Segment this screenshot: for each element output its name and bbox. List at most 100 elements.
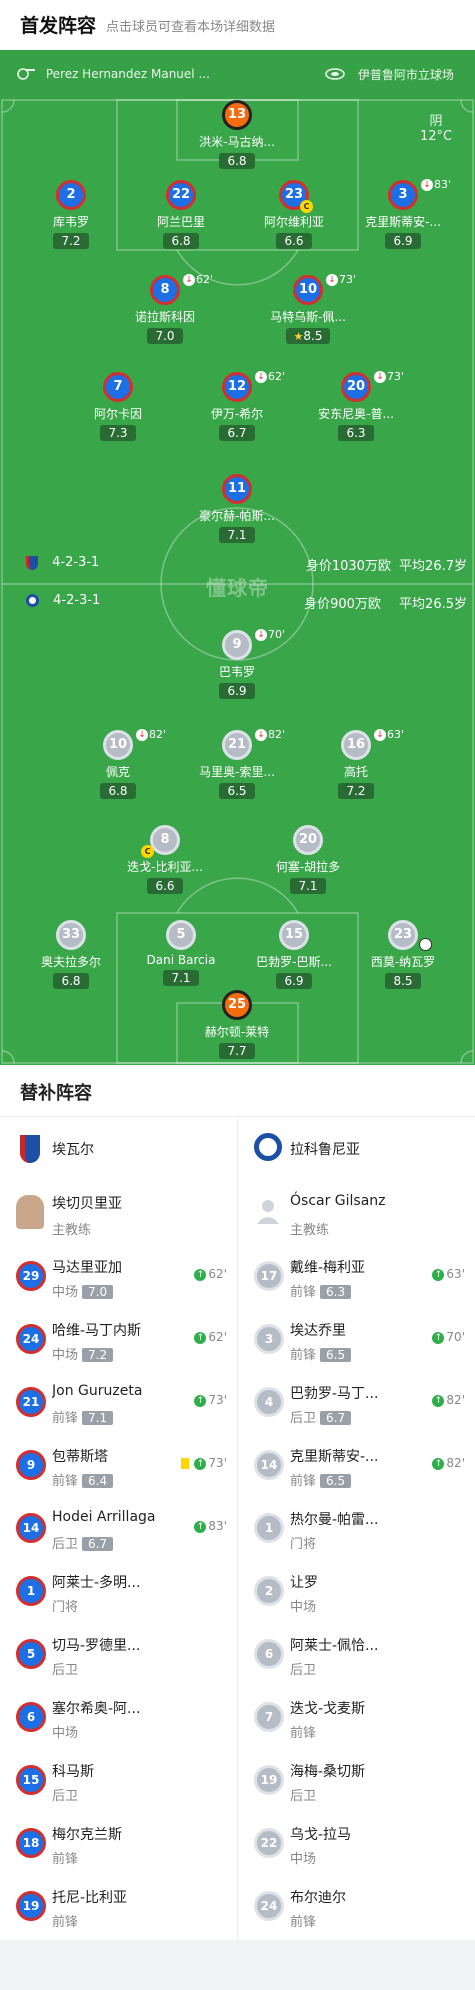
referee-info: Perez Hernandez Manuel ... <box>16 66 210 83</box>
page-subtitle: 点击球员可查看本场详细数据 <box>106 20 276 35</box>
sub-player-row[interactable]: 21 Jon Guruzeta 前锋 7.1 ↑ 73' <box>0 1371 237 1434</box>
player-card[interactable]: 8 C 迭戈-比利亚... 6.6 <box>105 825 225 894</box>
deportivo-crest-icon <box>254 1133 282 1161</box>
sub-in-marker: ↑ 62' <box>194 1330 227 1344</box>
sub-player-row[interactable]: 1 阿莱士-多明... 门将 <box>0 1560 237 1623</box>
sub-in-marker: ↑ 62' <box>194 1267 227 1281</box>
sub-out-icon: ↓ <box>374 371 386 383</box>
stadium-name: 伊普鲁阿市立球场 <box>357 68 454 82</box>
player-card[interactable]: 15 巴勃罗-巴斯... 6.9 <box>234 920 354 989</box>
stadium-info: 伊普鲁阿市立球场 <box>324 66 454 84</box>
sub-out-icon: ↓ <box>255 729 267 741</box>
sub-out-marker: ↓ 62' <box>255 370 285 383</box>
goal-ball-icon <box>419 938 432 951</box>
home-subs-column: 埃瓦尔 埃切贝里亚 主教练 29 马达里亚加 中场 7.0 ↑ 62' 24 哈维-… <box>0 1117 237 1940</box>
sub-player-row[interactable]: 3 埃达乔里 前锋 6.5 ↑ 70' <box>238 1308 475 1371</box>
referee-name: Perez Hernandez Manuel ... <box>45 67 210 81</box>
pitch: Perez Hernandez Manuel ... 伊普鲁阿市立球场 阴 12… <box>0 50 475 1065</box>
away-coach-row[interactable]: Óscar Gilsanz 主教练 <box>238 1181 475 1245</box>
sub-in-marker: ↑ 63' <box>432 1267 465 1281</box>
sub-player-row[interactable]: 1 热尔曼-帕雷... 门将 <box>238 1497 475 1560</box>
sub-in-icon: ↑ <box>194 1268 207 1281</box>
subs-header: 替补阵容 <box>0 1065 475 1117</box>
sub-player-row[interactable]: 7 迭戈-戈麦斯 前锋 <box>238 1686 475 1749</box>
sub-in-icon: ↑ <box>194 1520 207 1533</box>
sub-in-marker: ↑ 73' <box>194 1393 227 1407</box>
player-card[interactable]: 22 阿兰巴里 6.8 <box>121 180 241 249</box>
sub-player-row[interactable]: 4 巴勃罗-马丁... 后卫 6.7 ↑ 82' <box>238 1371 475 1434</box>
sub-player-row[interactable]: 18 梅尔克兰斯 前锋 <box>0 1812 237 1875</box>
deportivo-crest-icon <box>26 594 39 607</box>
player-card[interactable]: 16 ↓ 63' 高托 7.2 <box>296 728 416 799</box>
sub-in-icon: ↑ <box>194 1331 207 1344</box>
player-card[interactable]: 2 库韦罗 7.2 <box>11 180 131 249</box>
player-card[interactable]: 10 ↓ 82' 佩克 6.8 <box>58 728 178 799</box>
sub-out-icon: ↓ <box>183 274 195 286</box>
player-card[interactable]: 10 ↓ 73' 马特乌斯-佩... ★8.5 <box>248 273 368 344</box>
player-card[interactable]: 5 Dani Barcia 7.1 <box>121 920 241 986</box>
player-card[interactable]: 20 何塞-胡拉多 7.1 <box>248 825 368 894</box>
sub-out-icon: ↓ <box>136 729 148 741</box>
sub-out-marker: ↓ 70' <box>255 628 285 641</box>
player-card[interactable]: 23 西莫-纳瓦罗 8.5 <box>343 920 463 989</box>
home-formation: 4-2-3-1 <box>26 555 99 570</box>
away-squad-value: 身价900万欧 平均26.5岁 <box>304 597 467 612</box>
sub-out-marker: ↓ 63' <box>374 728 404 741</box>
sub-out-marker: ↓ 73' <box>374 370 404 383</box>
sub-player-row[interactable]: 5 切马-罗德里... 后卫 <box>0 1623 237 1686</box>
whistle-icon <box>16 66 36 83</box>
player-card[interactable]: 12 ↓ 62' 伊万-希尔 6.7 <box>177 370 297 441</box>
sub-player-row[interactable]: 22 乌戈-拉马 中场 <box>238 1812 475 1875</box>
rating-badge: ★8.5 <box>285 328 331 344</box>
yellow-card-icon <box>181 1458 189 1469</box>
page-title: 首发阵容 <box>20 15 97 37</box>
sub-player-row[interactable]: 24 布尔迪尔 前锋 <box>238 1875 475 1938</box>
player-card[interactable]: 7 阿尔卡因 7.3 <box>58 372 178 441</box>
sub-out-icon: ↓ <box>374 729 386 741</box>
sub-in-icon: ↑ <box>432 1457 445 1470</box>
eibar-crest-icon <box>26 555 38 570</box>
player-card[interactable]: 21 ↓ 82' 马里奥-索里... 6.5 <box>177 728 297 799</box>
player-card[interactable]: 25 赫尔顿-莱特 7.7 <box>177 990 297 1059</box>
sub-in-marker: ↑ 82' <box>432 1456 465 1470</box>
sub-out-icon: ↓ <box>326 274 338 286</box>
sub-out-marker: ↓ 82' <box>255 728 285 741</box>
player-card[interactable]: 8 ↓ 62' 诺拉斯科因 7.0 <box>105 273 225 344</box>
sub-player-row[interactable]: 17 戴维-梅利亚 前锋 6.3 ↑ 63' <box>238 1245 475 1308</box>
sub-player-row[interactable]: 9 包蒂斯塔 前锋 6.4 ↑ 73' <box>0 1434 237 1497</box>
sub-out-marker: ↓ 82' <box>136 728 166 741</box>
sub-in-icon: ↑ <box>432 1331 445 1344</box>
sub-player-row[interactable]: 19 托尼-比利亚 前锋 <box>0 1875 237 1938</box>
home-team-row: 埃瓦尔 <box>0 1117 237 1181</box>
player-card[interactable]: 33 奥夫拉多尔 6.8 <box>11 920 131 989</box>
sub-player-row[interactable]: 6 塞尔希奥-阿... 中场 <box>0 1686 237 1749</box>
player-card[interactable]: 13 洪米-马古纳... 6.8 <box>177 100 297 169</box>
sub-player-row[interactable]: 14 克里斯蒂安-... 前锋 6.5 ↑ 82' <box>238 1434 475 1497</box>
sub-in-marker: ↑ 73' <box>194 1456 227 1470</box>
sub-player-row[interactable]: 14 Hodei Arrillaga 后卫 6.7 ↑ 83' <box>0 1497 237 1560</box>
home-coach-row[interactable]: 埃切贝里亚 主教练 <box>0 1181 237 1245</box>
sub-out-icon: ↓ <box>255 629 267 641</box>
player-card[interactable]: 20 ↓ 73' 安东尼奥-普... 6.3 <box>296 370 416 441</box>
sub-player-row[interactable]: 24 哈维-马丁内斯 中场 7.2 ↑ 62' <box>0 1308 237 1371</box>
sub-player-row[interactable]: 29 马达里亚加 中场 7.0 ↑ 62' <box>0 1245 237 1308</box>
sub-player-row[interactable]: 15 科马斯 后卫 <box>0 1749 237 1812</box>
away-formation: 4-2-3-1 <box>26 593 100 608</box>
home-squad-value: 身价1030万欧 平均26.7岁 <box>305 559 467 574</box>
player-card[interactable]: 11 豪尔赫-帕斯... 7.1 <box>177 474 297 543</box>
sub-out-marker: ↓ 62' <box>183 273 213 286</box>
sub-player-row[interactable]: 19 海梅-桑切斯 后卫 <box>238 1749 475 1812</box>
stadium-icon <box>324 67 346 84</box>
sub-out-icon: ↓ <box>255 371 267 383</box>
player-card[interactable]: 9 ↓ 70' 巴韦罗 6.9 <box>177 628 297 699</box>
lineup-header: 首发阵容 点击球员可查看本场详细数据 <box>0 0 475 50</box>
sub-in-icon: ↑ <box>194 1457 207 1470</box>
player-card[interactable]: 23 C 阿尔维利亚 6.6 <box>234 180 354 249</box>
weather-text: 阴 <box>429 114 443 129</box>
sub-out-marker: ↓ 73' <box>326 273 356 286</box>
player-card[interactable]: 3 ↓ 83' 克里斯蒂安-... 6.9 <box>343 178 463 249</box>
away-subs-column: 拉科鲁尼亚 Óscar Gilsanz 主教练 17 戴维-梅利亚 前锋 6.3 … <box>238 1117 475 1940</box>
sub-player-row[interactable]: 2 让罗 中场 <box>238 1560 475 1623</box>
captain-badge: C <box>141 845 154 858</box>
sub-player-row[interactable]: 6 阿莱士-佩恰... 后卫 <box>238 1623 475 1686</box>
